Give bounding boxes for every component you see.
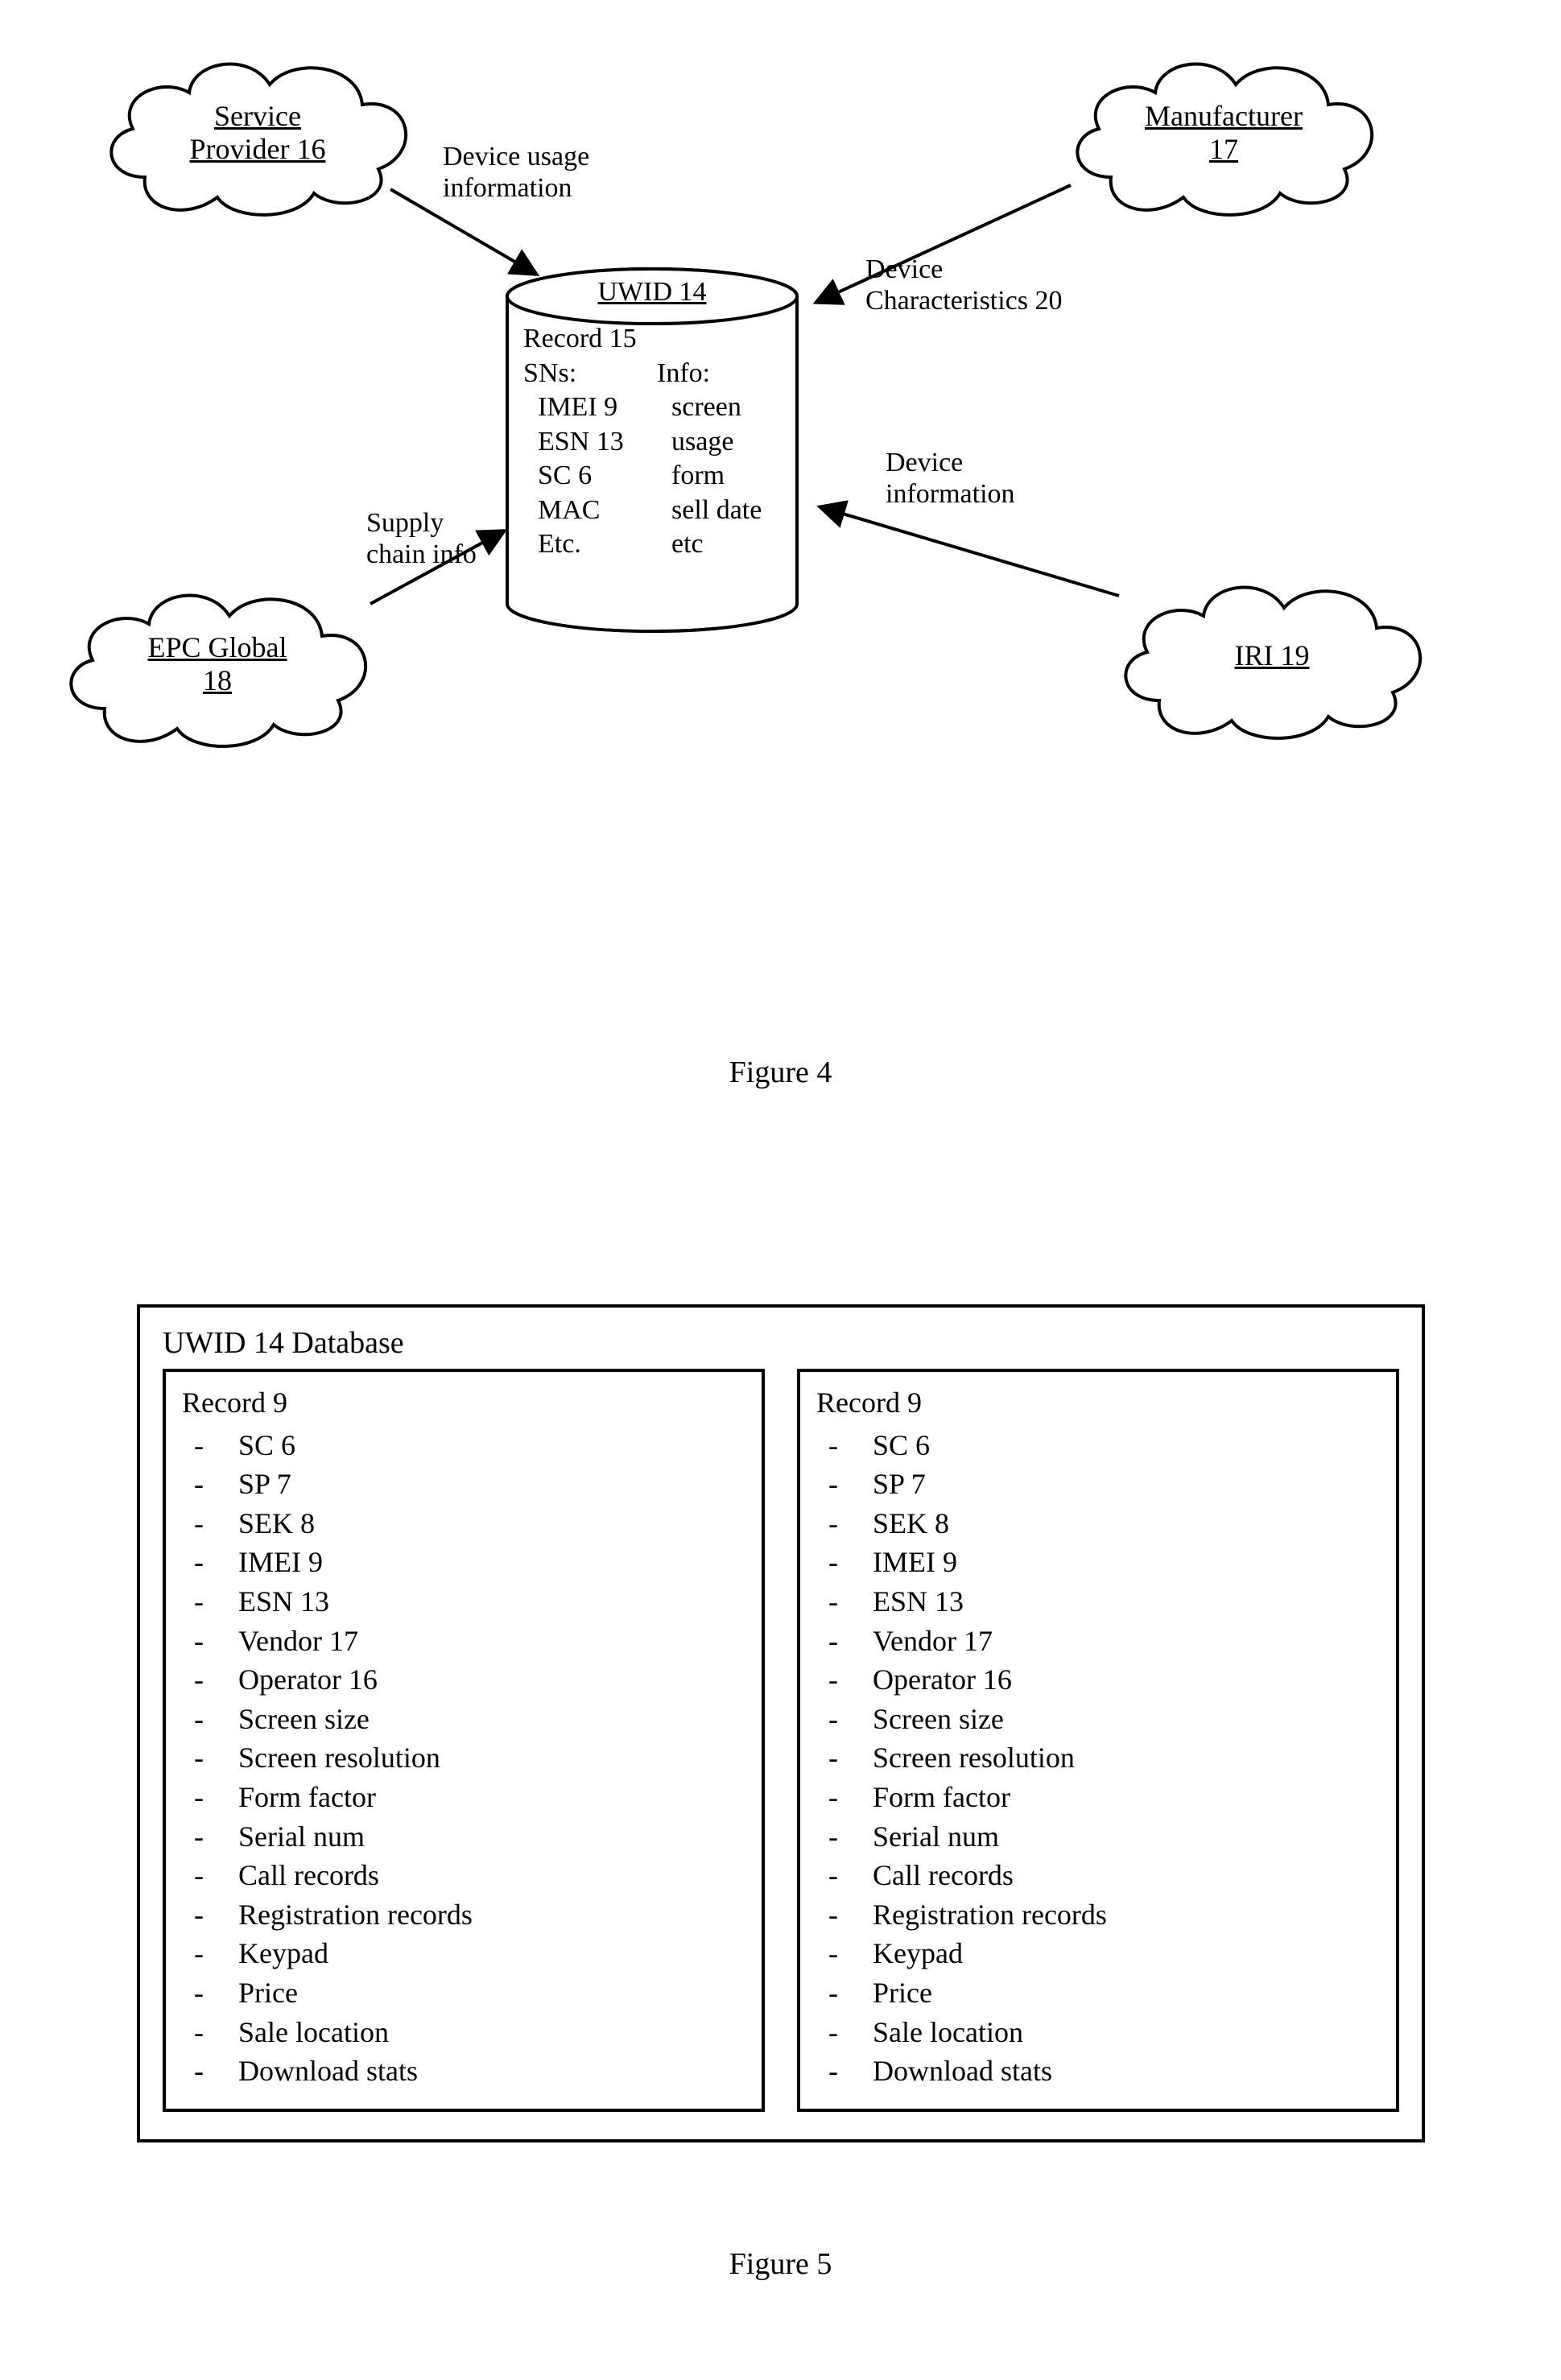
record-box-2: Record 9 SC 6SP 7SEK 8IMEI 9ESN 13Vendor… — [797, 1369, 1399, 2112]
record-field: SEK 8 — [873, 1504, 1380, 1543]
sn-item: SC 6 — [538, 459, 647, 494]
record-field: Operator 16 — [873, 1660, 1380, 1700]
record-field: SC 6 — [238, 1426, 745, 1465]
info-item: usage — [671, 425, 781, 460]
cylinder-body: Record 15 SNs: IMEI 9 ESN 13 SC 6 MAC Et… — [523, 322, 781, 562]
record-field: Vendor 17 — [873, 1622, 1380, 1661]
arrow-label-sp: Device usageinformation — [443, 141, 589, 204]
record-field: SC 6 — [873, 1426, 1380, 1465]
sn-item: ESN 13 — [538, 425, 647, 460]
figure-5-caption: Figure 5 — [0, 2246, 1561, 2282]
record-field-list: SC 6SP 7SEK 8IMEI 9ESN 13Vendor 17Operat… — [816, 1426, 1380, 2091]
record-title: Record 9 — [816, 1383, 1380, 1423]
figure-5-diagram: UWID 14 Database Record 9 SC 6SP 7SEK 8I… — [137, 1304, 1425, 2142]
record-field: IMEI 9 — [873, 1543, 1380, 1582]
db-outer-box: UWID 14 Database Record 9 SC 6SP 7SEK 8I… — [137, 1304, 1425, 2142]
record-field: SEK 8 — [238, 1504, 745, 1543]
sn-item: IMEI 9 — [538, 390, 647, 425]
record-field: Registration records — [873, 1895, 1380, 1935]
sn-item: Etc. — [538, 527, 647, 562]
info-item: form — [671, 459, 781, 494]
record-field: Screen resolution — [238, 1738, 745, 1778]
record-field: SP 7 — [238, 1465, 745, 1504]
record-field: Serial num — [238, 1817, 745, 1857]
record-field: Download stats — [238, 2052, 745, 2091]
record-field: Serial num — [873, 1817, 1380, 1857]
record-field: Screen size — [238, 1700, 745, 1739]
record-title: Record 9 — [182, 1383, 745, 1423]
record-field: Price — [238, 1973, 745, 2013]
info-column: Info: screen usage form sell date etc — [657, 357, 781, 562]
db-title: UWID 14 Database — [163, 1325, 1399, 1361]
record-field: Keypad — [238, 1934, 745, 1973]
figure-4-diagram: ServiceProvider 16 Manufacturer17 EPC Gl… — [0, 32, 1561, 1079]
sns-items: IMEI 9 ESN 13 SC 6 MAC Etc. — [523, 390, 647, 562]
record-field: Registration records — [238, 1895, 745, 1935]
record-field: Download stats — [873, 2052, 1380, 2091]
record-field: Sale location — [873, 2013, 1380, 2052]
record-field: Form factor — [873, 1778, 1380, 1817]
records-row: Record 9 SC 6SP 7SEK 8IMEI 9ESN 13Vendor… — [163, 1369, 1399, 2112]
record-field: ESN 13 — [873, 1582, 1380, 1622]
cylinder-title: UWID 14 — [597, 277, 706, 308]
record-field: Form factor — [238, 1778, 745, 1817]
record-field: IMEI 9 — [238, 1543, 745, 1582]
record-field: Screen resolution — [873, 1738, 1380, 1778]
info-item: screen — [671, 390, 781, 425]
record-field: Call records — [873, 1856, 1380, 1895]
record-field: Keypad — [873, 1934, 1380, 1973]
record-box-1: Record 9 SC 6SP 7SEK 8IMEI 9ESN 13Vendor… — [163, 1369, 765, 2112]
record-field: Sale location — [238, 2013, 745, 2052]
figure-4-caption: Figure 4 — [0, 1055, 1561, 1090]
record-field-list: SC 6SP 7SEK 8IMEI 9ESN 13Vendor 17Operat… — [182, 1426, 745, 2091]
record-field: Operator 16 — [238, 1660, 745, 1700]
info-item: etc — [671, 527, 781, 562]
db-cylinder: UWID 14 Record 15 SNs: IMEI 9 ESN 13 SC … — [499, 266, 805, 636]
info-header: Info: — [657, 357, 781, 391]
sns-column: SNs: IMEI 9 ESN 13 SC 6 MAC Etc. — [523, 357, 647, 562]
record-field: Call records — [238, 1856, 745, 1895]
sn-item: MAC — [538, 494, 647, 528]
arrow-label-epc: Supplychain info — [366, 507, 477, 570]
record-label: Record 15 — [523, 322, 781, 357]
record-field: Screen size — [873, 1700, 1380, 1739]
record-field: Price — [873, 1973, 1380, 2013]
record-field: ESN 13 — [238, 1582, 745, 1622]
sns-header: SNs: — [523, 357, 647, 391]
page: ServiceProvider 16 Manufacturer17 EPC Gl… — [0, 0, 1561, 2380]
info-item: sell date — [671, 494, 781, 528]
arrow-label-iri: Deviceinformation — [886, 447, 1015, 510]
record-field: Vendor 17 — [238, 1622, 745, 1661]
info-items: screen usage form sell date etc — [657, 390, 781, 562]
arrow-label-mfr: DeviceCharacteristics 20 — [865, 254, 1063, 316]
record-field: SP 7 — [873, 1465, 1380, 1504]
